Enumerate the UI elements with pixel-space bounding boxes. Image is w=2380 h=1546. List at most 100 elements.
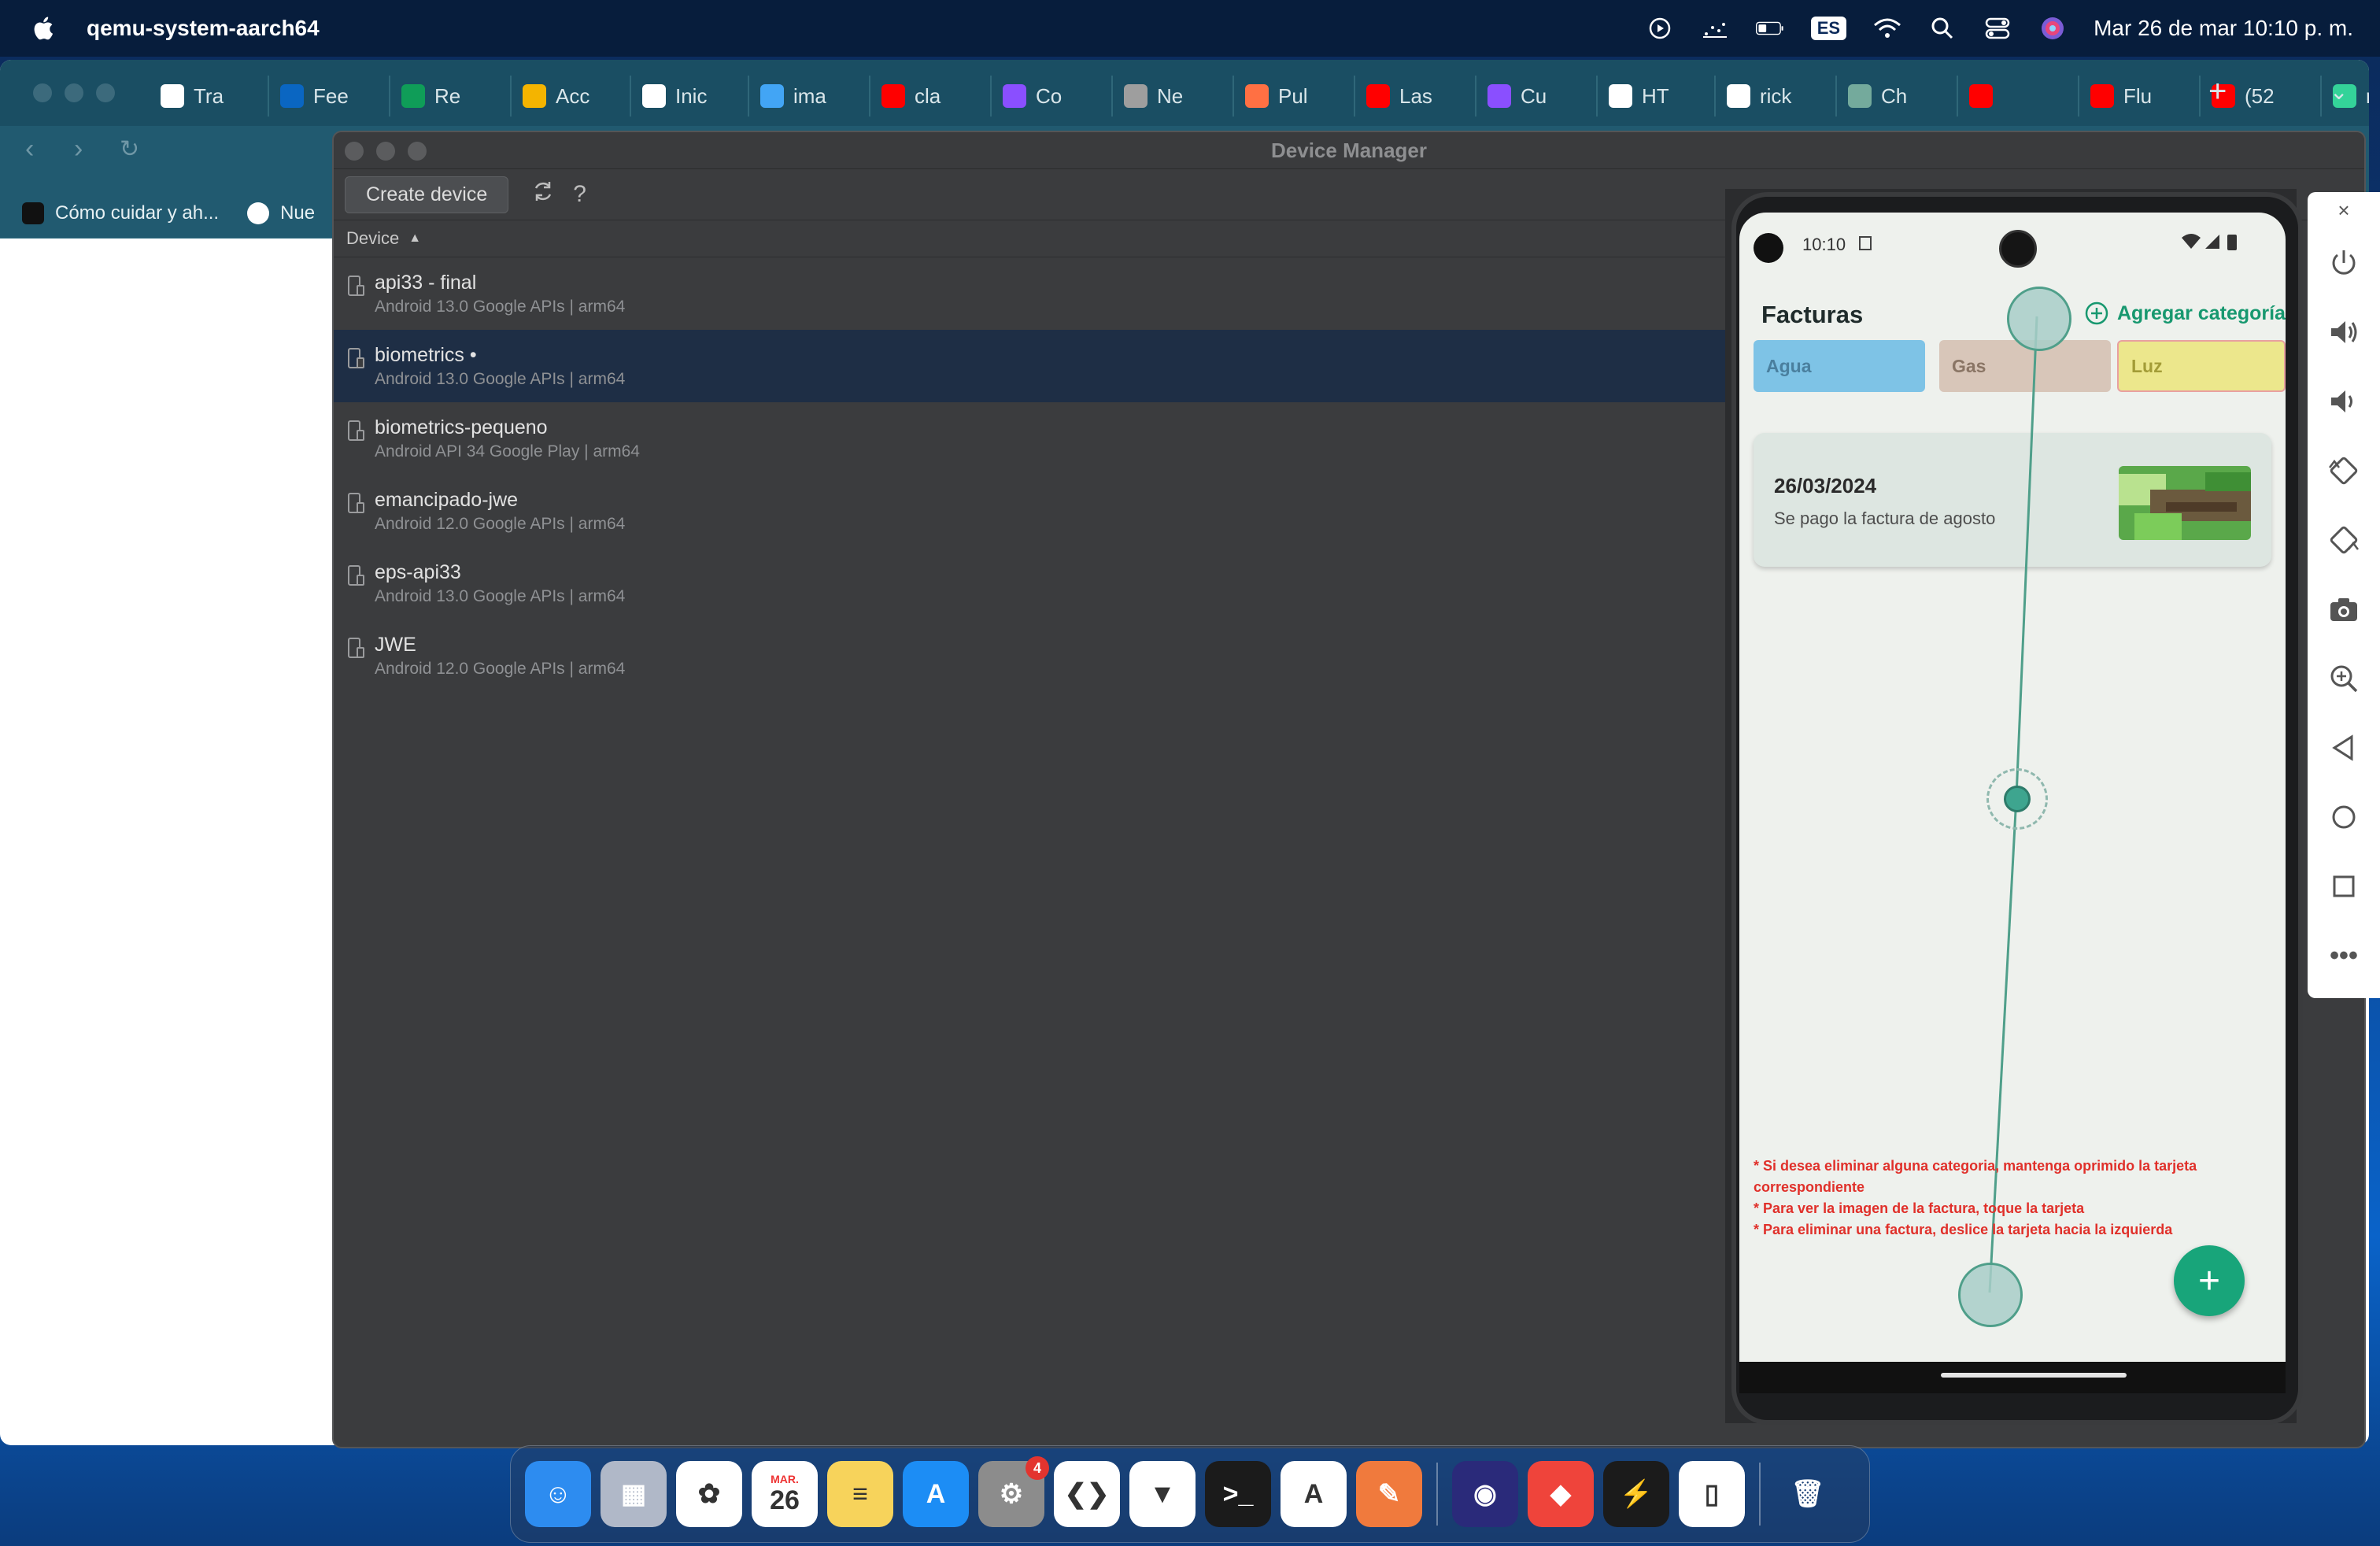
trash-icon[interactable]: 🗑 bbox=[1775, 1461, 1841, 1527]
finder-icon[interactable]: ☺ bbox=[525, 1461, 591, 1527]
browser-tab[interactable]: Cu bbox=[1476, 76, 1598, 117]
browser-tab[interactable]: Tra bbox=[150, 76, 269, 117]
emulator-icon[interactable]: ▯ bbox=[1679, 1461, 1745, 1527]
reload-icon[interactable]: ↻ bbox=[120, 135, 139, 163]
vscode-icon[interactable]: ❮❯ bbox=[1054, 1461, 1120, 1527]
browser-tab-label: cla bbox=[915, 83, 941, 108]
codemagic-icon[interactable]: ⚡ bbox=[1603, 1461, 1669, 1527]
home-gesture-pill[interactable] bbox=[1941, 1373, 2127, 1378]
volume-up-icon[interactable] bbox=[2308, 309, 2380, 356]
browser-tab[interactable]: HT bbox=[1598, 76, 1716, 117]
rotate-left-icon[interactable] bbox=[2308, 447, 2380, 494]
browser-tab[interactable]: Las bbox=[1355, 76, 1476, 117]
dock-glyph: 🗑 bbox=[1791, 1479, 1825, 1509]
phone-screen[interactable]: 10:10 Facturas Agregar categoría Agua Gas… bbox=[1739, 213, 2286, 1362]
apple-menu-icon[interactable] bbox=[31, 15, 58, 42]
anydesk-icon[interactable]: ◆ bbox=[1528, 1461, 1594, 1527]
browser-tab[interactable]: Flu bbox=[2079, 76, 2201, 117]
device-row[interactable]: api33 - final Android 13.0 Google APIs | … bbox=[334, 257, 1727, 330]
dock: ☺ ▦ ✿ MAR. 26 ≡ A ⚙ 4 ❮❯ ▼ >_ A ✎ ◉ ◆ ⚡ ▯ 🗑 bbox=[510, 1445, 1870, 1543]
browser-close-button[interactable] bbox=[33, 83, 52, 102]
browser-tab[interactable] bbox=[1958, 76, 2079, 117]
wifi-icon[interactable] bbox=[1873, 14, 1901, 43]
photos-icon[interactable]: ✿ bbox=[676, 1461, 742, 1527]
touch-point-end bbox=[1958, 1263, 2023, 1327]
youtube-icon bbox=[1366, 84, 1390, 108]
phone-device-icon bbox=[348, 638, 364, 658]
device-column-header[interactable]: Device ▲ bbox=[334, 220, 1739, 257]
dock-glyph: ✿ bbox=[697, 1479, 721, 1509]
control-center-icon[interactable] bbox=[1983, 14, 2012, 43]
device-row[interactable]: JWE Android 12.0 Google APIs | arm64 bbox=[334, 620, 1727, 692]
browser-zoom-button[interactable] bbox=[96, 83, 115, 102]
notification-badge: 4 bbox=[1026, 1456, 1049, 1480]
browser-tab[interactable]: Acc bbox=[512, 76, 631, 117]
rotate-right-icon[interactable] bbox=[2308, 516, 2380, 564]
spotlight-search-icon[interactable] bbox=[1928, 14, 1957, 43]
tab-overflow-chevron-icon[interactable]: ⌄ bbox=[2330, 79, 2348, 105]
browser-tab-label: Fee bbox=[313, 83, 349, 108]
add-invoice-fab[interactable]: + bbox=[2174, 1245, 2245, 1316]
browser-tab[interactable]: Pul bbox=[1234, 76, 1355, 117]
browser-tab-bar: Tra Fee Re Acc Inic ima cla Co Ne Pul Las Cu HT rick C… bbox=[0, 60, 2369, 126]
active-app-name[interactable]: qemu-system-aarch64 bbox=[87, 16, 320, 41]
browser-tab-label: ima bbox=[793, 83, 826, 108]
bookmark-item[interactable]: Cómo cuidar y ah... bbox=[22, 202, 219, 224]
camera-icon[interactable] bbox=[2308, 586, 2380, 633]
new-tab-icon[interactable]: + bbox=[2208, 74, 2227, 109]
pen-tool-icon[interactable]: ✎ bbox=[1356, 1461, 1422, 1527]
close-icon[interactable]: × bbox=[2308, 192, 2380, 228]
device-row[interactable]: biometrics • Android 13.0 Google APIs | a… bbox=[334, 330, 1727, 402]
browser-tab[interactable]: Ne bbox=[1113, 76, 1234, 117]
brave-icon[interactable]: ▼ bbox=[1129, 1461, 1196, 1527]
browser-tab[interactable]: cla bbox=[870, 76, 992, 117]
help-icon[interactable]: ? bbox=[573, 181, 586, 208]
back-icon[interactable]: ‹ bbox=[25, 134, 34, 165]
zoom-icon[interactable] bbox=[2308, 655, 2380, 702]
more-options-icon[interactable]: ••• bbox=[2308, 932, 2380, 979]
device-row[interactable]: eps-api33 Android 13.0 Google APIs | arm6… bbox=[334, 547, 1727, 620]
overview-square-icon[interactable] bbox=[2308, 863, 2380, 910]
device-row[interactable]: biometrics-pequeno Android API 34 Google … bbox=[334, 402, 1727, 475]
browser-tab[interactable]: rick bbox=[1716, 76, 1837, 117]
battery-icon[interactable] bbox=[1755, 14, 1784, 43]
browser-tab-label: Re bbox=[434, 83, 461, 108]
browser-tab-label: Ne bbox=[1157, 83, 1184, 108]
scatter-dots-icon[interactable] bbox=[1701, 14, 1729, 43]
notes-icon[interactable]: ≡ bbox=[827, 1461, 893, 1527]
launchpad-icon[interactable]: ▦ bbox=[601, 1461, 667, 1527]
menubar-clock[interactable]: Mar 26 de mar 10:10 p. m. bbox=[2094, 16, 2353, 41]
refresh-icon[interactable] bbox=[532, 180, 554, 209]
android-studio-icon[interactable]: A bbox=[1281, 1461, 1347, 1527]
back-triangle-icon[interactable] bbox=[2308, 724, 2380, 771]
hint-line: * Para eliminar una factura, deslice la … bbox=[1754, 1222, 2173, 1237]
settings-icon[interactable]: ⚙ 4 bbox=[978, 1456, 1049, 1527]
input-source-badge[interactable]: ES bbox=[1810, 17, 1847, 40]
browser-tab[interactable]: Co bbox=[992, 76, 1113, 117]
terminal-icon[interactable]: >_ bbox=[1205, 1461, 1271, 1527]
calendar-icon[interactable]: MAR. 26 bbox=[752, 1461, 818, 1527]
dock-glyph: ▼ bbox=[1149, 1478, 1176, 1509]
browser-tab[interactable]: Fee bbox=[269, 76, 390, 117]
volume-down-icon[interactable] bbox=[2308, 378, 2380, 425]
drive-icon bbox=[523, 84, 546, 108]
siri-icon[interactable] bbox=[2038, 14, 2067, 43]
screen-record-icon[interactable] bbox=[1646, 14, 1674, 43]
power-icon[interactable] bbox=[2308, 239, 2380, 287]
browser-tab[interactable]: Inic bbox=[631, 76, 749, 117]
device-row[interactable]: emancipado-jwe Android 12.0 Google APIs |… bbox=[334, 475, 1727, 547]
browser-tab-label: (52 bbox=[2245, 83, 2275, 108]
device-name: biometrics • bbox=[375, 344, 477, 366]
browser-tab[interactable]: Re bbox=[390, 76, 512, 117]
home-circle-icon[interactable] bbox=[2308, 793, 2380, 841]
browser-tab[interactable]: Ch bbox=[1837, 76, 1958, 117]
browser-tab[interactable]: ima bbox=[749, 76, 870, 117]
bookmark-item[interactable]: Nue bbox=[247, 202, 315, 224]
create-device-button[interactable]: Create device bbox=[345, 176, 509, 213]
firefox-icon[interactable]: ◉ bbox=[1452, 1461, 1518, 1527]
dock-glyph: ▯ bbox=[1704, 1479, 1720, 1509]
browser-minimize-button[interactable] bbox=[65, 83, 83, 102]
touch-point-mid bbox=[2004, 786, 2031, 812]
appstore-icon[interactable]: A bbox=[903, 1461, 969, 1527]
forward-icon[interactable]: › bbox=[74, 134, 83, 165]
